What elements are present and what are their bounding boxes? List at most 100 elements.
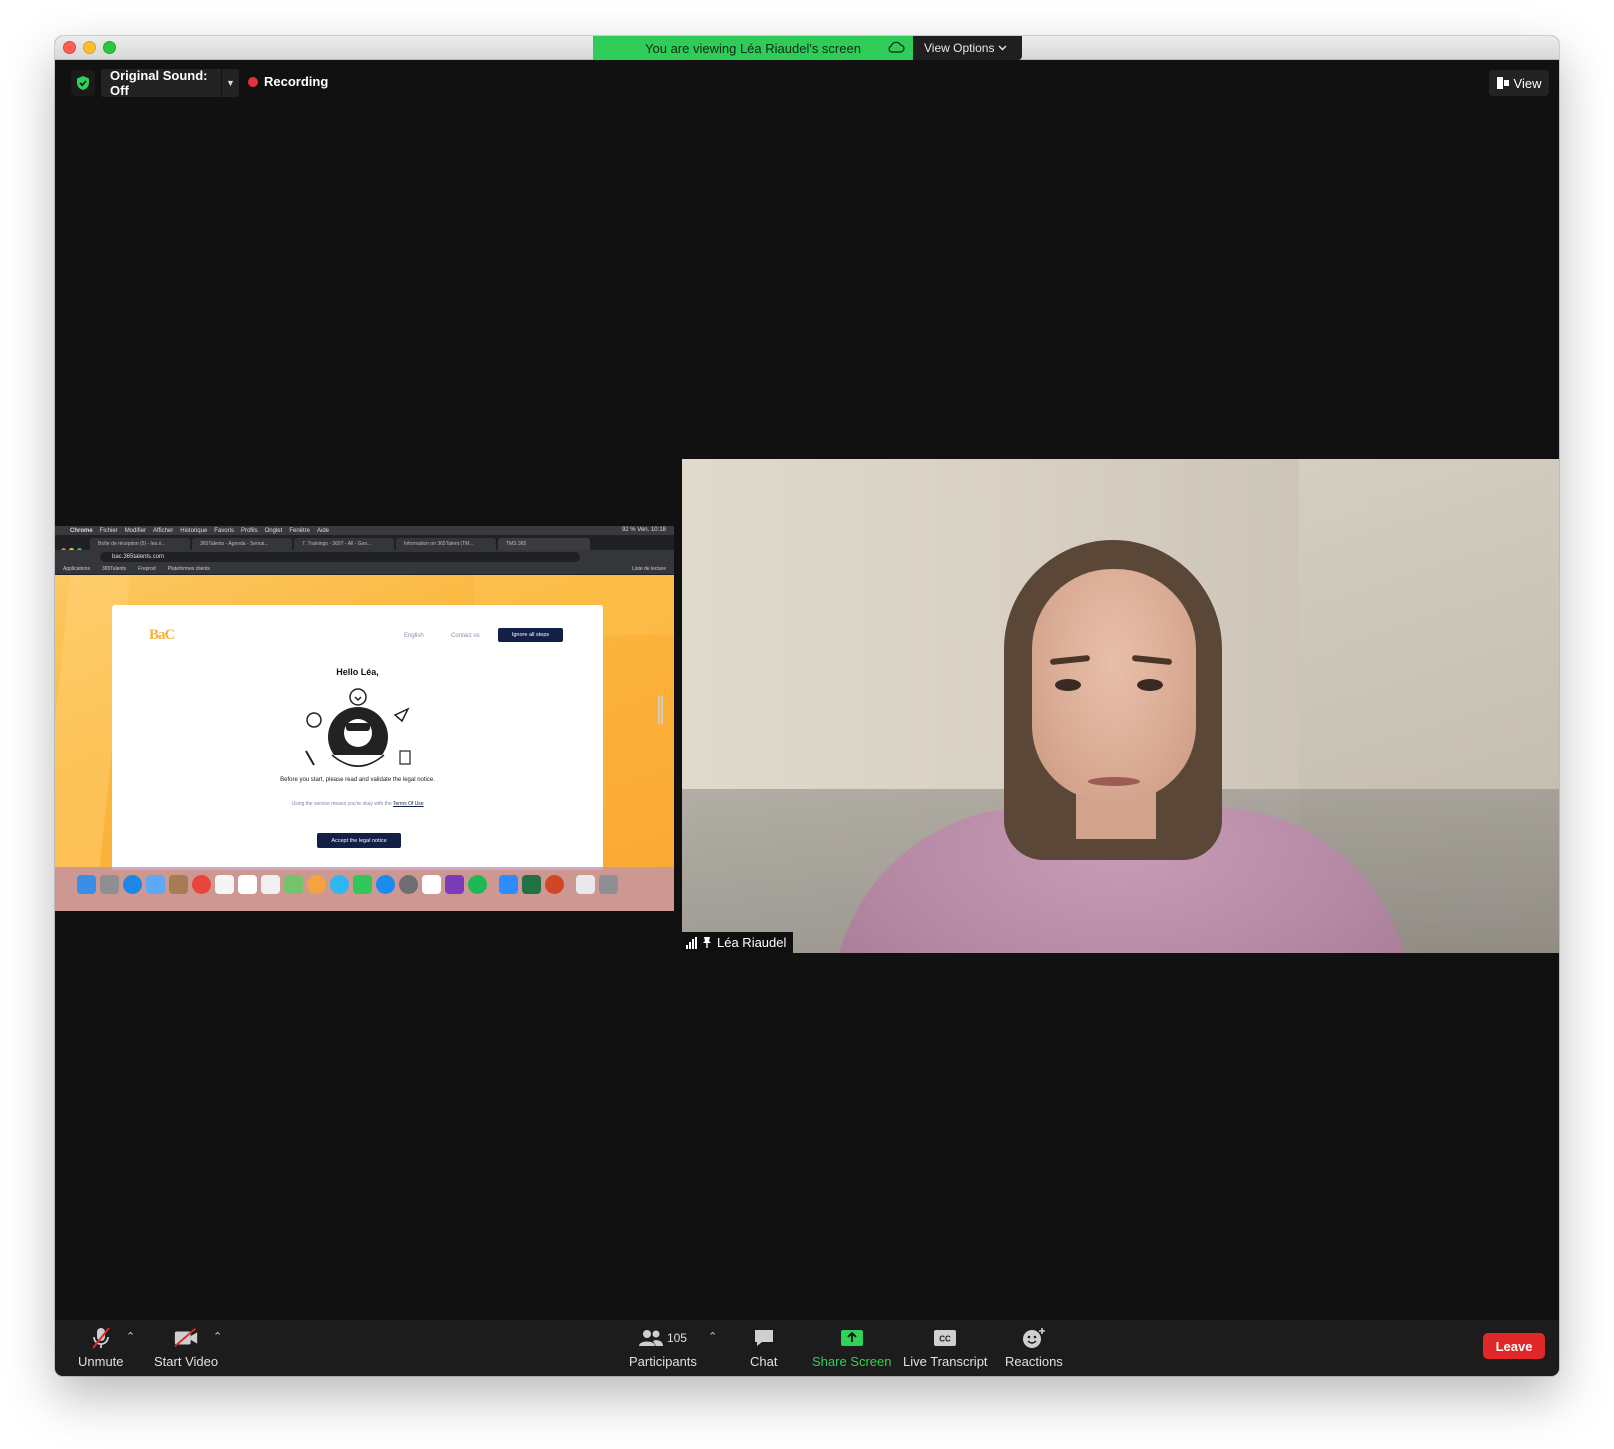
participants-count: 105 xyxy=(666,1331,687,1345)
mac-menu-item: Aide xyxy=(317,527,330,534)
participants-button[interactable]: 105 Participants xyxy=(629,1326,697,1369)
zoom-window: You are viewing Léa Riaudel's screen Vie… xyxy=(55,36,1559,1376)
original-sound-dropdown[interactable]: ▼ xyxy=(221,69,239,97)
bookmark-item: Freprod xyxy=(138,566,156,572)
audio-options-caret[interactable]: ⌃ xyxy=(126,1330,135,1343)
excel-icon xyxy=(522,874,541,894)
video-camera-off-icon xyxy=(174,1328,198,1348)
view-label: View xyxy=(1513,75,1542,91)
minimize-window-button[interactable] xyxy=(83,41,96,54)
title-bar: You are viewing Léa Riaudel's screen Vie… xyxy=(55,36,1559,60)
leave-button[interactable]: Leave xyxy=(1483,1333,1545,1359)
chat-bubble-icon xyxy=(754,1330,773,1346)
mac-menu-item: Modifier xyxy=(124,527,147,534)
mac-dock xyxy=(55,867,674,911)
view-layout-icon xyxy=(1496,77,1509,89)
unmute-button[interactable]: Unmute xyxy=(78,1326,124,1369)
chat-button[interactable]: Chat xyxy=(750,1326,777,1369)
messages-icon xyxy=(330,874,349,894)
chat-label: Chat xyxy=(750,1354,778,1369)
reactions-button[interactable]: Reactions xyxy=(1005,1326,1063,1369)
browser-toolbar: bac.365talents.com xyxy=(55,550,674,564)
bookmark-item: Plateformes clients xyxy=(167,566,210,572)
powerpoint-icon xyxy=(545,874,564,894)
mac-menu-item: Onglet xyxy=(264,527,283,534)
mail-icon xyxy=(146,874,165,894)
view-options-button[interactable]: View Options xyxy=(913,36,1022,60)
participants-icon xyxy=(638,1330,663,1346)
chrome-icon xyxy=(192,874,211,894)
app-store-icon xyxy=(376,874,395,894)
svg-text:CC: CC xyxy=(939,1335,951,1344)
caret-down-icon: ▼ xyxy=(226,78,235,88)
mac-menu-item: Chrome xyxy=(70,527,93,534)
participant-name: Léa Riaudel xyxy=(717,935,787,950)
viewing-banner-text: You are viewing Léa Riaudel's screen xyxy=(645,40,861,56)
recording-label: Recording xyxy=(264,74,329,89)
browser-tab-strip: Boîte de réception (5) - lea.ri... 365Ta… xyxy=(55,535,674,553)
language-selector: English xyxy=(404,633,424,639)
share-screen-label: Share Screen xyxy=(812,1354,892,1369)
browser-tab: 365Talents - Agenda - Semai... xyxy=(192,538,292,550)
chevron-down-icon xyxy=(998,45,1007,51)
participants-label: Participants xyxy=(629,1354,697,1369)
security-shield-icon[interactable] xyxy=(71,70,95,96)
share-screen-button[interactable]: Share Screen xyxy=(812,1326,892,1369)
browser-address-bar: bac.365talents.com xyxy=(100,552,580,562)
bookmark-item: Applications xyxy=(63,566,90,572)
browser-tab: Information on 365Talent (TM... xyxy=(396,538,496,550)
meeting-toolbar: Unmute ⌃ Start Video ⌃ 105 Participants … xyxy=(55,1320,1559,1376)
signal-strength-icon xyxy=(686,936,697,949)
zoom-window-button[interactable] xyxy=(103,41,116,54)
closed-caption-icon: CC xyxy=(934,1330,957,1346)
reading-list: Liste de lecture xyxy=(632,566,666,572)
start-video-label: Start Video xyxy=(154,1354,219,1369)
bac-logo: BaC xyxy=(149,627,175,643)
close-window-button[interactable] xyxy=(63,41,76,54)
start-video-button[interactable]: Start Video xyxy=(154,1326,218,1369)
live-transcript-button[interactable]: CC Live Transcript xyxy=(903,1326,988,1369)
contact-link: Contact us xyxy=(451,633,480,639)
cloud-icon xyxy=(888,41,905,53)
mac-menu-item: Fichier xyxy=(99,527,118,534)
legal-notice-card: BaC English Contact us Ignore all steps … xyxy=(112,605,603,870)
browser-bookmarks-bar: Applications 365Talents Freprod Platefor… xyxy=(55,564,674,575)
view-button[interactable]: View xyxy=(1489,70,1549,96)
mac-menu-item: Favoris xyxy=(214,527,234,534)
welcome-illustration xyxy=(305,688,411,767)
participants-options-caret[interactable]: ⌃ xyxy=(708,1330,717,1343)
reactions-label: Reactions xyxy=(1005,1354,1063,1369)
onenote-icon xyxy=(445,874,464,894)
slack-icon xyxy=(422,874,441,894)
bookmark-item: 365Talents xyxy=(101,566,127,572)
calendar-icon xyxy=(238,874,257,894)
viewing-banner: You are viewing Léa Riaudel's screen xyxy=(593,36,913,60)
safari-icon xyxy=(123,874,142,894)
original-sound-label: Original Sound: Off xyxy=(110,68,208,98)
meeting-top-bar: Original Sound: Off ▼ Recording View xyxy=(55,60,1559,104)
shared-screen[interactable]: Chrome Fichier Modifier Afficher Histori… xyxy=(55,526,674,911)
ignore-steps-button: Ignore all steps xyxy=(498,628,563,642)
view-options-label: View Options xyxy=(924,41,995,55)
zoom-icon xyxy=(499,874,518,894)
original-sound-button[interactable]: Original Sound: Off xyxy=(101,68,221,98)
unmute-label: Unmute xyxy=(78,1354,124,1369)
launchpad-icon xyxy=(100,874,119,894)
greeting-heading: Hello Léa, xyxy=(336,667,379,677)
stickies-icon xyxy=(215,874,234,894)
browser-tab: 7. Trainings - 365T - All - Goo... xyxy=(294,538,394,550)
finder-icon xyxy=(77,874,96,894)
facetime-icon xyxy=(353,874,372,894)
accept-legal-notice-button: Accept the legal notice xyxy=(317,833,401,848)
microphone-muted-icon xyxy=(91,1327,110,1349)
recording-indicator: Recording xyxy=(248,74,328,89)
browser-tab-active: TMS 365 xyxy=(498,538,590,550)
browser-tab: Boîte de réception (5) - lea.ri... xyxy=(90,538,190,550)
spotify-icon xyxy=(468,874,487,894)
participant-video[interactable] xyxy=(682,459,1559,953)
downloads-icon xyxy=(576,874,595,894)
mac-menu-item: Profils xyxy=(240,527,258,534)
split-view-handle[interactable] xyxy=(658,696,663,724)
mac-status-items: 92 % Ven. 10:18 xyxy=(621,527,666,533)
video-options-caret[interactable]: ⌃ xyxy=(213,1330,222,1343)
